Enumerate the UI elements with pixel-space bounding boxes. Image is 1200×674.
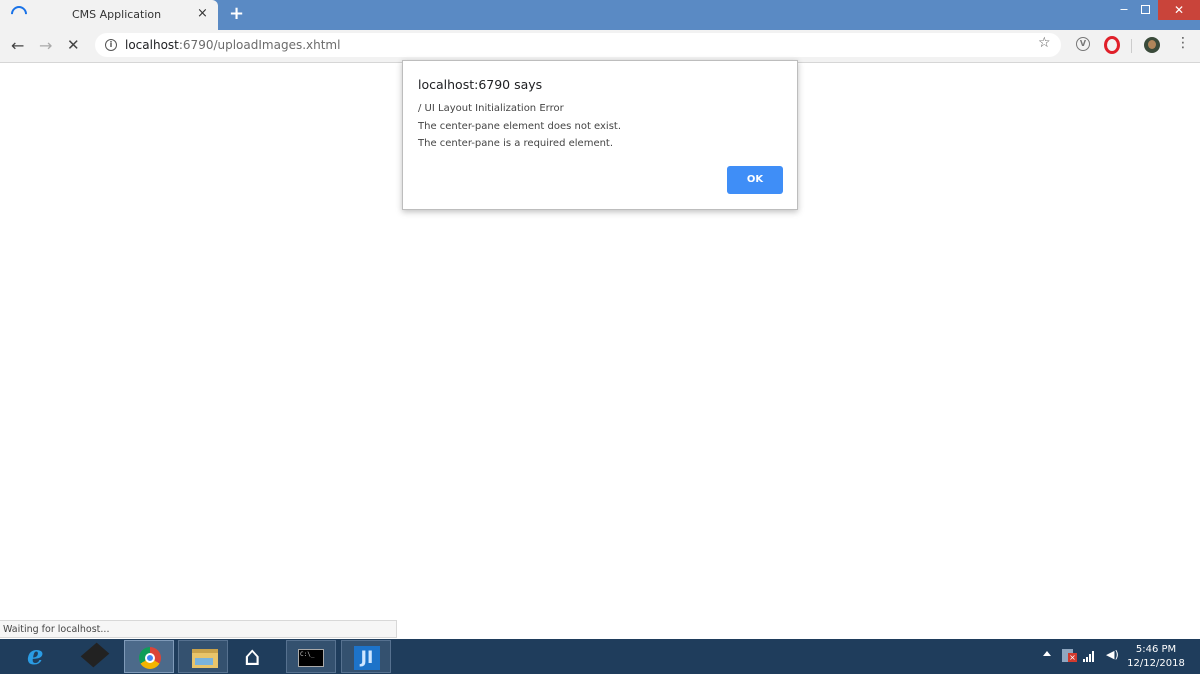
internet-explorer-icon: e (27, 641, 44, 671)
bookmark-star-icon[interactable]: ☆ (1038, 35, 1051, 51)
window-close-button[interactable]: ✕ (1158, 0, 1200, 20)
clock-date: 12/12/2018 (1127, 658, 1185, 669)
site-info-icon[interactable]: i (105, 39, 117, 51)
url-path: :6790/uploadImages.xhtml (178, 38, 341, 52)
extension-v-icon[interactable]: V (1076, 37, 1090, 51)
network-signal-icon[interactable] (1083, 650, 1097, 662)
system-clock[interactable]: 5:46 PM 12/12/2018 (1126, 643, 1186, 671)
tab-cms-application[interactable]: CMS Application × (0, 0, 218, 30)
taskbar-internet-explorer[interactable]: e (14, 640, 64, 673)
taskbar-app-generic[interactable] (70, 640, 120, 673)
intellij-icon: JI (354, 646, 380, 670)
taskbar-command-prompt[interactable]: C:\_ (286, 640, 336, 673)
taskbar-intellij-idea[interactable]: JI (341, 640, 391, 673)
browser-toolbar: ← → ✕ i localhost:6790/uploadImages.xhtm… (0, 30, 1200, 63)
action-center-flag-icon[interactable] (1062, 649, 1077, 662)
clock-time: 5:46 PM (1135, 644, 1177, 655)
browser-menu-button[interactable]: ⋮ (1176, 35, 1190, 51)
toolbar-divider (1131, 39, 1132, 53)
taskbar-google-chrome[interactable] (124, 640, 174, 673)
url-host: localhost (125, 38, 179, 52)
alert-dialog: localhost:6790 says / UI Layout Initiali… (402, 60, 798, 210)
address-bar[interactable]: i localhost:6790/uploadImages.xhtml ☆ (95, 33, 1061, 57)
tab-close-button[interactable]: × (197, 6, 208, 21)
window-minimize-button[interactable]: ‒ (1112, 0, 1136, 20)
app-icon (80, 642, 110, 668)
dialog-message-line: / UI Layout Initialization Error (418, 103, 564, 114)
profile-avatar[interactable] (1144, 37, 1160, 53)
window-restore-button[interactable] (1134, 0, 1158, 20)
status-bubble: Waiting for localhost... (0, 620, 397, 638)
chrome-icon (139, 647, 161, 669)
new-tab-button[interactable]: + (229, 3, 244, 24)
forward-button[interactable]: → (39, 36, 52, 55)
ok-button[interactable]: OK (727, 166, 783, 194)
dialog-message-line: The center-pane element does not exist. (418, 121, 622, 132)
dialog-message-line: The center-pane is a required element. (418, 138, 614, 149)
back-button[interactable]: ← (11, 36, 24, 55)
loading-spinner-icon (7, 2, 31, 26)
home-icon: ⌂ (244, 642, 261, 672)
folder-icon (192, 649, 218, 668)
taskbar-home[interactable]: ⌂ (232, 640, 282, 673)
taskbar-file-explorer[interactable] (178, 640, 228, 673)
url-text[interactable]: localhost:6790/uploadImages.xhtml (125, 38, 340, 52)
command-prompt-icon: C:\_ (298, 649, 324, 667)
windows-taskbar: e ⌂ C:\_ JI ◀) 5:46 PM 12/12/2018 (0, 639, 1200, 674)
dialog-title: localhost:6790 says (418, 77, 543, 92)
volume-icon[interactable]: ◀) (1106, 648, 1119, 661)
extension-opera-icon[interactable] (1104, 36, 1120, 54)
tab-title: CMS Application (72, 8, 162, 21)
stop-button[interactable]: ✕ (67, 36, 80, 54)
browser-title-strip: CMS Application × + ‒ ✕ (0, 0, 1200, 30)
restore-icon (1141, 5, 1150, 14)
show-hidden-icons-icon[interactable] (1043, 651, 1051, 656)
